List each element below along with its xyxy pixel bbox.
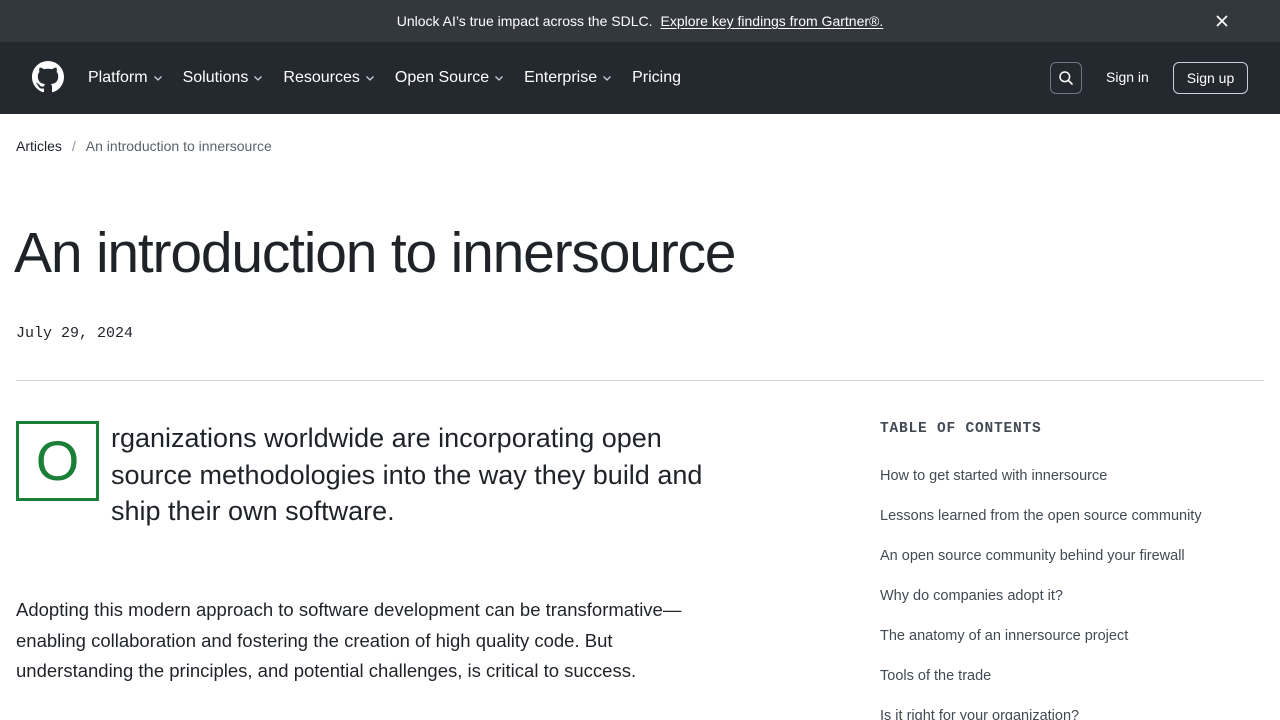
github-logo-icon[interactable] bbox=[32, 61, 64, 93]
lead-paragraph: rganizations worldwide are incorporating… bbox=[111, 423, 703, 526]
toc-item[interactable]: Tools of the trade bbox=[880, 666, 1202, 706]
toc-item[interactable]: The anatomy of an innersource project bbox=[880, 626, 1202, 666]
publish-date: July 29, 2024 bbox=[16, 325, 134, 342]
nav-resources[interactable]: Resources bbox=[283, 69, 374, 87]
page-title: An introduction to innersource bbox=[14, 221, 736, 285]
nav-label: Resources bbox=[283, 69, 360, 86]
banner-text: Unlock AI’s true impact across the SDLC. bbox=[396, 13, 653, 29]
site-header: Platform Solutions Resources Open Source… bbox=[0, 42, 1280, 114]
close-icon[interactable] bbox=[1212, 11, 1232, 31]
chevron-down-icon bbox=[495, 76, 504, 81]
nav-open-source[interactable]: Open Source bbox=[395, 69, 504, 87]
breadcrumb-separator: / bbox=[71, 138, 76, 154]
search-icon bbox=[1059, 71, 1073, 85]
toc-item[interactable]: How to get started with innersource bbox=[880, 466, 1202, 506]
chevron-down-icon bbox=[365, 76, 374, 81]
chevron-down-icon bbox=[153, 76, 162, 81]
divider bbox=[16, 380, 1264, 381]
main-nav: Platform Solutions Resources Open Source… bbox=[88, 42, 701, 114]
nav-label: Solutions bbox=[182, 69, 249, 86]
breadcrumb: Articles / An introduction to innersourc… bbox=[16, 138, 272, 154]
nav-label: Open Source bbox=[394, 69, 490, 86]
nav-label: Platform bbox=[88, 69, 148, 86]
chevron-down-icon bbox=[603, 76, 612, 81]
drop-cap: O bbox=[16, 421, 99, 501]
toc-item[interactable]: An open source community behind your fir… bbox=[880, 546, 1202, 586]
breadcrumb-articles-link[interactable]: Articles bbox=[16, 138, 62, 154]
table-of-contents: How to get started with innersource Less… bbox=[880, 466, 1202, 720]
search-button[interactable] bbox=[1050, 62, 1082, 94]
sign-in-link[interactable]: Sign in bbox=[1106, 69, 1149, 85]
toc-item[interactable]: Is it right for your organization? bbox=[880, 706, 1202, 720]
nav-solutions[interactable]: Solutions bbox=[183, 69, 264, 87]
banner-link[interactable]: Explore key findings from Gartner®. bbox=[660, 13, 883, 29]
nav-label: Pricing bbox=[632, 69, 681, 86]
nav-platform[interactable]: Platform bbox=[88, 69, 163, 87]
toc-heading: TABLE OF CONTENTS bbox=[880, 421, 1042, 437]
toc-item[interactable]: Lessons learned from the open source com… bbox=[880, 506, 1202, 546]
intro-paragraph: Adopting this modern approach to softwar… bbox=[16, 599, 682, 681]
sign-up-button[interactable]: Sign up bbox=[1173, 62, 1248, 94]
breadcrumb-current: An introduction to innersource bbox=[85, 138, 272, 154]
announcement-banner: Unlock AI’s true impact across the SDLC.… bbox=[0, 0, 1280, 42]
nav-pricing[interactable]: Pricing bbox=[632, 69, 681, 87]
nav-enterprise[interactable]: Enterprise bbox=[524, 69, 612, 87]
nav-label: Enterprise bbox=[524, 69, 598, 86]
toc-item[interactable]: Why do companies adopt it? bbox=[880, 586, 1202, 626]
chevron-down-icon bbox=[254, 76, 263, 81]
